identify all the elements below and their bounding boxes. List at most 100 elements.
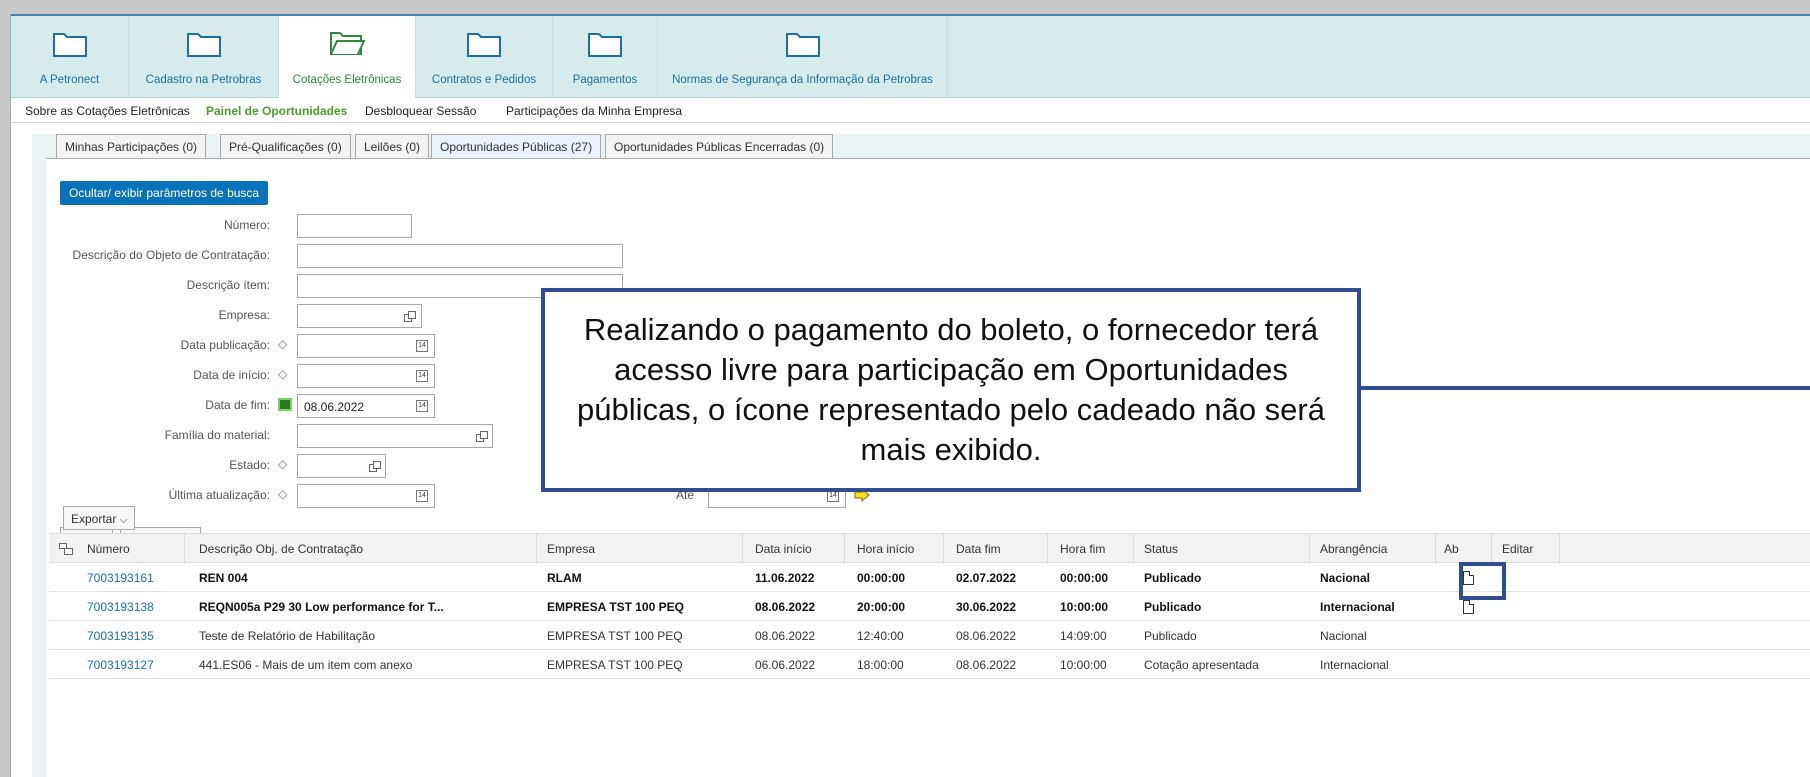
cell-empresa: RLAM	[547, 571, 582, 585]
operator-diamond-icon[interactable]: ◇	[278, 457, 287, 471]
col-descricao[interactable]: Descrição Obj. de Contratação	[185, 534, 537, 564]
cell-status: Cotação apresentada	[1144, 658, 1259, 672]
ultima-atualizacao-label: Última atualização:	[168, 488, 270, 502]
callout-text: Realizando o pagamento do boleto, o forn…	[577, 312, 1325, 467]
cell-numero[interactable]: 7003193138	[79, 592, 185, 621]
col-hora-fim[interactable]: Hora fim	[1048, 534, 1134, 564]
app-window: A Petronect Cadastro na Petrobras Cotaçõ…	[10, 14, 1810, 777]
calendar-icon[interactable]: 14	[416, 340, 428, 352]
data-inicio-input[interactable]	[297, 364, 435, 388]
estado-label: Estado:	[229, 458, 270, 472]
descricao-objeto-label: Descrição do Objeto de Contratação:	[72, 248, 270, 262]
value-help-icon[interactable]	[476, 431, 488, 442]
data-fim-input[interactable]: 08.06.2022	[297, 394, 435, 418]
value-help-icon[interactable]	[404, 311, 416, 322]
callout-arrow	[1357, 386, 1810, 390]
cell-data-fim: 30.06.2022	[956, 600, 1017, 614]
operator-range-icon[interactable]	[278, 398, 292, 411]
nav-tab-cotacoes[interactable]: Cotações Eletrônicas	[279, 16, 416, 98]
nav-tab-pagamentos[interactable]: Pagamentos	[553, 16, 658, 98]
cell-hora-fim: 14:09:00	[1060, 629, 1107, 643]
cell-data-fim: 08.06.2022	[956, 629, 1017, 643]
nav-tab-cadastro[interactable]: Cadastro na Petrobras	[129, 16, 279, 98]
cell-status: Publicado	[1144, 629, 1197, 643]
sub-nav-desbloquear[interactable]: Desbloquear Sessão	[365, 104, 476, 118]
descricao-objeto-input[interactable]	[297, 244, 623, 268]
nav-tab-label: Contratos e Pedidos	[431, 74, 537, 86]
cell-empresa: EMPRESA TST 100 PEQ	[547, 629, 683, 643]
cell-numero[interactable]: 7003193127	[79, 650, 185, 679]
tab-minhas-participacoes[interactable]: Minhas Participações (0)	[56, 134, 207, 158]
calendar-icon[interactable]: 14	[416, 490, 428, 502]
nav-tab-label: A Petronect	[39, 74, 100, 86]
cell-hora-inicio: 00:00:00	[857, 571, 906, 585]
nav-tab-normas[interactable]: Normas de Segurança da Informação da Pet…	[658, 16, 948, 98]
folder-icon	[186, 33, 221, 57]
callout-box: Realizando o pagamento do boleto, o forn…	[541, 288, 1361, 492]
cell-hora-inicio: 20:00:00	[857, 600, 906, 614]
operator-diamond-icon[interactable]: ◇	[278, 487, 287, 501]
data-fim-label: Data de fim:	[205, 398, 270, 412]
sub-nav: Sobre as Cotações Eletrônicas Painel de …	[11, 99, 1810, 123]
tab-oportunidades-encerradas[interactable]: Oportunidades Públicas Encerradas (0)	[605, 134, 834, 158]
cell-descricao: REQN005a P29 30 Low performance for T...	[199, 600, 444, 614]
data-inicio-label: Data de início:	[193, 368, 270, 382]
col-hora-inicio[interactable]: Hora início	[845, 534, 944, 564]
value-help-icon[interactable]	[369, 461, 381, 472]
callout: Realizando o pagamento do boleto, o forn…	[541, 288, 1810, 492]
open-folder-icon	[330, 32, 366, 55]
exportar-label: Exportar	[71, 512, 117, 526]
tab-pre-qualificacoes[interactable]: Pré-Qualificações (0)	[220, 134, 351, 158]
cell-empresa: EMPRESA TST 100 PEQ	[547, 600, 684, 614]
cell-hora-inicio: 12:40:00	[857, 629, 904, 643]
col-numero[interactable]: Número	[79, 534, 185, 564]
folder-icon	[785, 33, 820, 57]
familia-material-input[interactable]	[297, 424, 493, 448]
sub-nav-participacoes[interactable]: Participações da Minha Empresa	[506, 104, 682, 118]
toggle-search-params-button[interactable]: Ocultar/ exibir parâmetros de busca	[60, 181, 269, 205]
cell-empresa: EMPRESA TST 100 PEQ	[547, 658, 683, 672]
cell-numero[interactable]: 7003193135	[79, 621, 185, 650]
cell-abrangencia: Nacional	[1320, 629, 1367, 643]
cell-hora-fim: 10:00:00	[1060, 658, 1107, 672]
col-empresa[interactable]: Empresa	[537, 534, 743, 564]
nav-tab-a-petronect[interactable]: A Petronect	[11, 16, 129, 98]
operator-diamond-icon[interactable]: ◇	[278, 337, 287, 351]
nav-tab-label: Pagamentos	[572, 74, 638, 86]
cell-data-fim: 08.06.2022	[956, 658, 1017, 672]
numero-input[interactable]	[297, 214, 412, 238]
cell-numero[interactable]: 7003193161	[79, 563, 185, 592]
select-all-icon[interactable]	[59, 543, 73, 555]
sub-nav-painel[interactable]: Painel de Oportunidades	[206, 104, 347, 118]
cell-hora-fim: 10:00:00	[1060, 600, 1109, 614]
exportar-button[interactable]: Exportar ⌵	[63, 506, 136, 530]
main-nav: A Petronect Cadastro na Petrobras Cotaçõ…	[11, 16, 1810, 98]
numero-label: Número:	[223, 218, 270, 232]
calendar-icon[interactable]: 14	[416, 370, 428, 382]
col-data-fim[interactable]: Data fim	[944, 534, 1048, 564]
data-publicacao-input[interactable]	[297, 334, 435, 358]
descricao-item-label: Descrição ítem:	[186, 278, 270, 292]
col-data-inicio[interactable]: Data início	[743, 534, 845, 564]
folder-icon	[52, 33, 87, 57]
folder-icon	[588, 33, 622, 57]
nav-tab-label: Cotações Eletrônicas	[292, 74, 402, 86]
cell-data-inicio: 08.06.2022	[755, 629, 816, 643]
ultima-atualizacao-input[interactable]	[297, 484, 435, 508]
operator-diamond-icon[interactable]: ◇	[278, 367, 287, 381]
folder-icon	[467, 33, 501, 57]
cell-status: Publicado	[1144, 571, 1202, 585]
table-row[interactable]: 7003193127 441.ES06 - Mais de um item com…	[49, 650, 1810, 679]
nav-tab-contratos[interactable]: Contratos e Pedidos	[416, 16, 553, 98]
cell-descricao: Teste de Relatório de Habilitação	[199, 629, 376, 643]
tab-leiloes[interactable]: Leilões (0)	[355, 134, 430, 158]
familia-material-label: Família do material:	[164, 428, 270, 442]
sub-nav-sobre[interactable]: Sobre as Cotações Eletrônicas	[25, 104, 190, 118]
table-row[interactable]: 7003193135 Teste de Relatório de Habilita…	[49, 621, 1810, 650]
calendar-icon[interactable]: 14	[416, 400, 428, 412]
cell-hora-inicio: 18:00:00	[857, 658, 904, 672]
col-status[interactable]: Status	[1134, 534, 1310, 564]
cell-descricao: 441.ES06 - Mais de um item com anexo	[199, 658, 413, 672]
tab-oportunidades-publicas[interactable]: Oportunidades Públicas (27)	[431, 134, 602, 158]
cell-hora-fim: 00:00:00	[1060, 571, 1109, 585]
